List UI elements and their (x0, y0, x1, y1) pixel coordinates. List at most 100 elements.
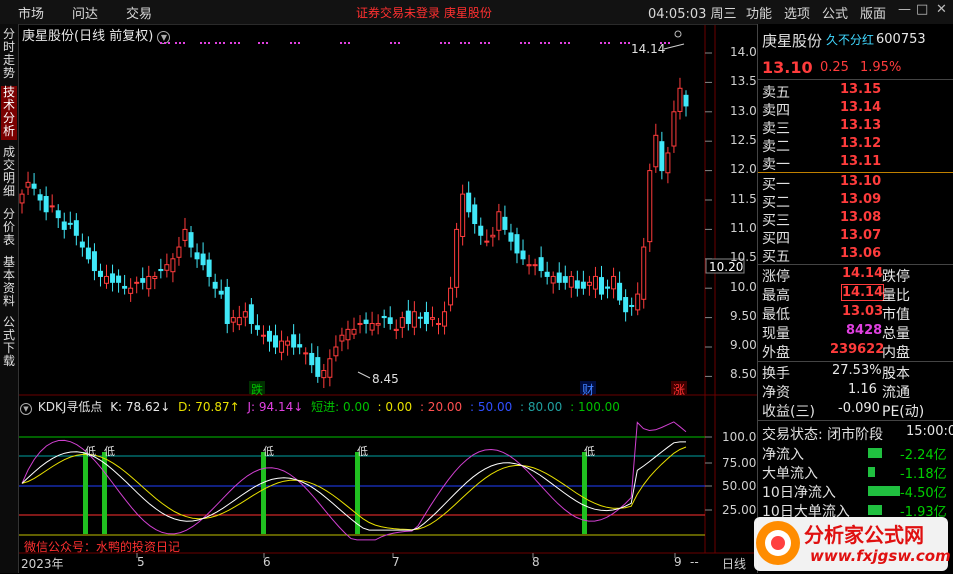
high-marker (663, 30, 685, 50)
signal-dot (564, 42, 566, 44)
maximize-button[interactable]: □ (916, 2, 928, 17)
candle (97, 263, 103, 287)
bid-row[interactable]: 买四 13.07 (762, 228, 952, 247)
settings-icon[interactable]: ▼ (20, 403, 32, 415)
trade-status: 交易状态: 闭市阶段 15:00:0 (762, 424, 953, 443)
candle (291, 324, 297, 355)
candle (586, 275, 592, 296)
candle (544, 261, 550, 285)
signal-dot (544, 42, 546, 44)
signal-dot (468, 42, 470, 44)
quote-panel: 庚星股份 久不分红 600753 13.10 0.25 1.95% 卖五 13.1… (757, 24, 953, 573)
indicator-v4: : 80.00 (520, 400, 563, 414)
candle (490, 226, 496, 247)
menu-formula[interactable]: 公式 (822, 3, 848, 22)
high-price-label: 14.14 (631, 42, 666, 56)
candle (170, 253, 176, 283)
candle (188, 226, 194, 258)
indicator-k: K: 78.62↓ (110, 400, 171, 414)
signal-dot (394, 42, 396, 44)
stat-row: 涨停 14.14 跌停 (762, 266, 910, 285)
signal-dot (604, 42, 606, 44)
bid-row[interactable]: 买二 13.09 (762, 192, 952, 211)
candle (411, 301, 417, 336)
signal-dot (234, 42, 236, 44)
signal-dot (624, 42, 626, 44)
signal-dot (460, 42, 462, 44)
candle (423, 301, 429, 332)
menu-options[interactable]: 选项 (784, 3, 810, 22)
indicator-name: KDKJ寻低点 (37, 400, 103, 414)
candle (580, 270, 586, 295)
chart-canvas[interactable] (0, 0, 757, 573)
candle (206, 252, 212, 287)
menu-layout[interactable]: 版面 (860, 3, 886, 22)
signal-dot (668, 42, 670, 44)
candle (200, 242, 206, 271)
candle (309, 343, 315, 374)
period-label[interactable]: 日线 (722, 555, 746, 572)
bid-row[interactable]: 买三 13.08 (762, 210, 952, 229)
event-report-label[interactable]: 财 (582, 381, 594, 398)
time-label: 7 (392, 555, 400, 569)
ask-row[interactable]: 卖二 13.12 (762, 136, 952, 155)
signal-dot (208, 42, 210, 44)
candle (31, 173, 37, 196)
time-label: 9 (674, 555, 682, 569)
signal-dot (160, 42, 162, 44)
candle (520, 239, 526, 265)
candle (236, 305, 242, 331)
low-signal-bar (83, 452, 88, 534)
candle (79, 233, 85, 257)
price-change: 0.25 (820, 60, 849, 75)
candle (73, 213, 79, 246)
ask-row[interactable]: 卖三 13.13 (762, 118, 952, 137)
candle (538, 246, 544, 278)
bid-row[interactable]: 买一 13.10 (762, 174, 952, 193)
candle (496, 203, 502, 241)
candle (369, 311, 375, 336)
signal-dot (204, 42, 206, 44)
candle (635, 282, 641, 316)
ask-row[interactable]: 卖一 13.11 (762, 154, 952, 173)
price-tick: 9.00 (730, 338, 757, 352)
candle (647, 163, 653, 252)
signal-dot (568, 42, 570, 44)
indicator-v5: : 100.00 (570, 400, 620, 414)
candle (514, 227, 520, 264)
candle (436, 317, 442, 335)
candle (85, 236, 91, 264)
signal-dot (520, 42, 522, 44)
low-signal-bar (355, 452, 360, 534)
candle (448, 276, 454, 312)
candle (387, 306, 393, 330)
candle (43, 186, 49, 221)
ask-row[interactable]: 卖五 13.15 (762, 82, 952, 101)
candle (315, 346, 321, 383)
signal-dot (183, 42, 185, 44)
signal-dot (258, 42, 260, 44)
candle (49, 194, 55, 213)
candle (327, 349, 333, 387)
signal-dot (200, 42, 202, 44)
close-button[interactable]: ✕ (936, 2, 947, 17)
price-axis-ticks (705, 52, 712, 377)
time-label[interactable]: -- (690, 555, 699, 569)
event-up-label[interactable]: 涨 (673, 381, 685, 398)
candle (116, 269, 122, 293)
ind-tick: 100.0 (722, 430, 757, 444)
signal-dot (540, 42, 542, 44)
candle (279, 330, 285, 361)
stat-row: 外盘 239622 内盘 (762, 342, 910, 361)
indicator-header[interactable]: ▼ KDKJ寻低点 K: 78.62↓ D: 70.87↑ J: 94.14↓ … (20, 398, 624, 415)
event-down-label[interactable]: 跌 (251, 381, 263, 398)
signal-dot (215, 42, 217, 44)
minimize-button[interactable]: — (898, 2, 911, 17)
signal-dot (440, 42, 442, 44)
low-signal-label: 低 (104, 445, 115, 458)
watermark-title: 分析家公式网 (804, 523, 924, 547)
ask-row[interactable]: 卖四 13.14 (762, 100, 952, 119)
low-price-label: 8.45 (372, 372, 399, 386)
stat-row: 净资 1.16 流通 (762, 382, 910, 401)
bid-row[interactable]: 买五 13.06 (762, 246, 952, 265)
